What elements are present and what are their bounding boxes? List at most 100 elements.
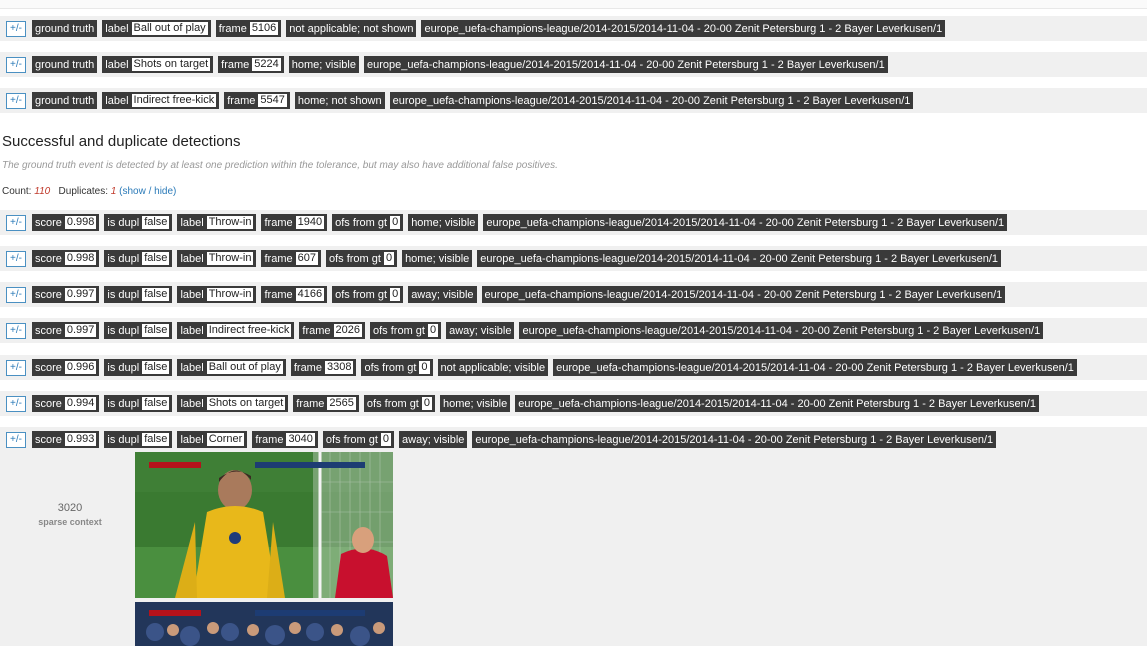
frame-value: 4166 xyxy=(295,288,325,301)
score-value: 0.997 xyxy=(64,324,97,337)
frame-value: 5106 xyxy=(249,22,279,35)
dupl-key: is dupl xyxy=(107,361,140,374)
duplicates-label: Duplicates: xyxy=(58,186,109,197)
dupl-tag: is dupl false xyxy=(104,214,173,231)
video-frame-thumbnail xyxy=(135,452,393,598)
expand-toggle[interactable]: +/- xyxy=(6,20,26,37)
label-key: label xyxy=(180,252,204,265)
count-label: Count: xyxy=(2,186,32,197)
label-key: label xyxy=(180,288,204,301)
visibility-tag: home; not shown xyxy=(294,92,385,109)
offset-key: ofs from gt xyxy=(335,216,388,229)
label-key: label xyxy=(180,433,204,446)
dupl-tag: is dupl false xyxy=(104,286,173,303)
frame-value: 5224 xyxy=(252,58,281,71)
score-value: 0.998 xyxy=(64,216,97,229)
video-frame-thumbnail-second xyxy=(135,602,393,646)
context-info: 3020 sparse context xyxy=(0,502,140,527)
dupl-key: is dupl xyxy=(107,397,140,410)
dupl-value: false xyxy=(142,288,170,301)
label-value: Indirect free-kick xyxy=(206,324,292,337)
expand-toggle[interactable]: +/- xyxy=(6,395,26,412)
score-tag: score 0.998 xyxy=(31,214,100,231)
label-key: label xyxy=(105,94,129,107)
offset-tag: ofs from gt 0 xyxy=(325,250,398,267)
count-value: 110 xyxy=(34,186,51,197)
score-tag: score 0.996 xyxy=(31,359,100,376)
label-tag: label Throw-in xyxy=(177,286,257,303)
visibility-tag: home; visible xyxy=(402,250,473,267)
offset-value: 0 xyxy=(383,252,395,265)
frame-key: frame xyxy=(296,397,325,410)
score-tag: score 0.998 xyxy=(31,250,100,267)
kind-tag: ground truth xyxy=(31,92,98,109)
offset-key: ofs from gt xyxy=(325,433,378,446)
detection-row: +/- score 0.996 is dupl false label Ball ou… xyxy=(0,355,1147,380)
frame-value: 607 xyxy=(295,252,318,265)
detection-row: +/- score 0.998 is dupl false label Throw-i… xyxy=(0,246,1147,271)
expand-toggle[interactable]: +/- xyxy=(6,56,26,73)
offset-key: ofs from gt xyxy=(373,324,425,337)
expand-toggle[interactable]: +/- xyxy=(6,431,26,448)
game-tag: europe_uefa-champions-league/2014-2015/2… xyxy=(477,250,1002,267)
expand-toggle[interactable]: +/- xyxy=(6,92,26,109)
score-tag: score 0.997 xyxy=(31,286,100,303)
dupl-value: false xyxy=(142,433,170,446)
score-key: score xyxy=(34,252,62,265)
game-tag: europe_uefa-champions-league/2014-2015/2… xyxy=(389,92,914,109)
frame-tag: frame 3308 xyxy=(290,359,357,376)
game-tag: europe_uefa-champions-league/2014-2015/2… xyxy=(519,322,1044,339)
game-tag: europe_uefa-champions-league/2014-2015/2… xyxy=(363,56,888,73)
label-value: Throw-in xyxy=(206,216,254,229)
frame-key: frame xyxy=(264,252,293,265)
detection-row: +/- score 0.994 is dupl false label Shots o… xyxy=(0,391,1147,416)
frame-key: frame xyxy=(264,216,293,229)
frame-value: 3308 xyxy=(324,361,354,374)
kind-tag: ground truth xyxy=(31,56,98,73)
show-hide-link[interactable]: (show / hide) xyxy=(119,186,176,197)
dupl-tag: is dupl false xyxy=(104,431,173,448)
frame-key: frame xyxy=(302,324,331,337)
score-value: 0.996 xyxy=(64,361,97,374)
label-tag: label Indirect free-kick xyxy=(102,92,220,109)
expand-toggle[interactable]: +/- xyxy=(6,359,26,376)
offset-tag: ofs from gt 0 xyxy=(361,359,433,376)
crowd-frame-image xyxy=(135,602,393,646)
frame-tag: frame 5547 xyxy=(224,92,290,109)
label-value: Ball out of play xyxy=(131,22,208,35)
visibility-tag: home; visible xyxy=(440,395,511,412)
label-value: Shots on target xyxy=(206,397,286,410)
score-key: score xyxy=(34,216,62,229)
expand-toggle[interactable]: +/- xyxy=(6,214,26,231)
section-title: Successful and duplicate detections xyxy=(2,133,241,150)
game-tag: europe_uefa-champions-league/2014-2015/2… xyxy=(553,359,1077,376)
frame-value: 3040 xyxy=(286,433,315,446)
dupl-value: false xyxy=(142,361,170,374)
expand-toggle[interactable]: +/- xyxy=(6,250,26,267)
frame-tag: frame 4166 xyxy=(261,286,328,303)
dupl-tag: is dupl false xyxy=(104,359,173,376)
visibility-tag: away; visible xyxy=(399,431,468,448)
offset-tag: ofs from gt 0 xyxy=(363,395,435,412)
kind-tag: ground truth xyxy=(31,20,98,37)
label-key: label xyxy=(180,397,204,410)
dupl-key: is dupl xyxy=(107,324,140,337)
expand-toggle[interactable]: +/- xyxy=(6,322,26,339)
frame-tag: frame 2026 xyxy=(299,322,365,339)
label-key: label xyxy=(105,22,129,35)
expand-toggle[interactable]: +/- xyxy=(6,286,26,303)
counts-line: Count: 110 Duplicates: 1 (show / hide) xyxy=(2,186,176,197)
label-tag: label Ball out of play xyxy=(177,359,286,376)
label-tag: label Shots on target xyxy=(177,395,289,412)
frame-key: frame xyxy=(227,94,256,107)
offset-key: ofs from gt xyxy=(364,361,417,374)
dupl-key: is dupl xyxy=(107,216,140,229)
dupl-value: false xyxy=(142,252,170,265)
offset-key: ofs from gt xyxy=(335,288,388,301)
game-tag: europe_uefa-champions-league/2014-2015/2… xyxy=(421,20,946,37)
frame-key: frame xyxy=(293,361,322,374)
gt-row: +/- ground truth label Ball out of play f… xyxy=(0,16,1147,41)
score-value: 0.997 xyxy=(64,288,97,301)
score-key: score xyxy=(34,397,62,410)
dupl-tag: is dupl false xyxy=(104,322,173,339)
